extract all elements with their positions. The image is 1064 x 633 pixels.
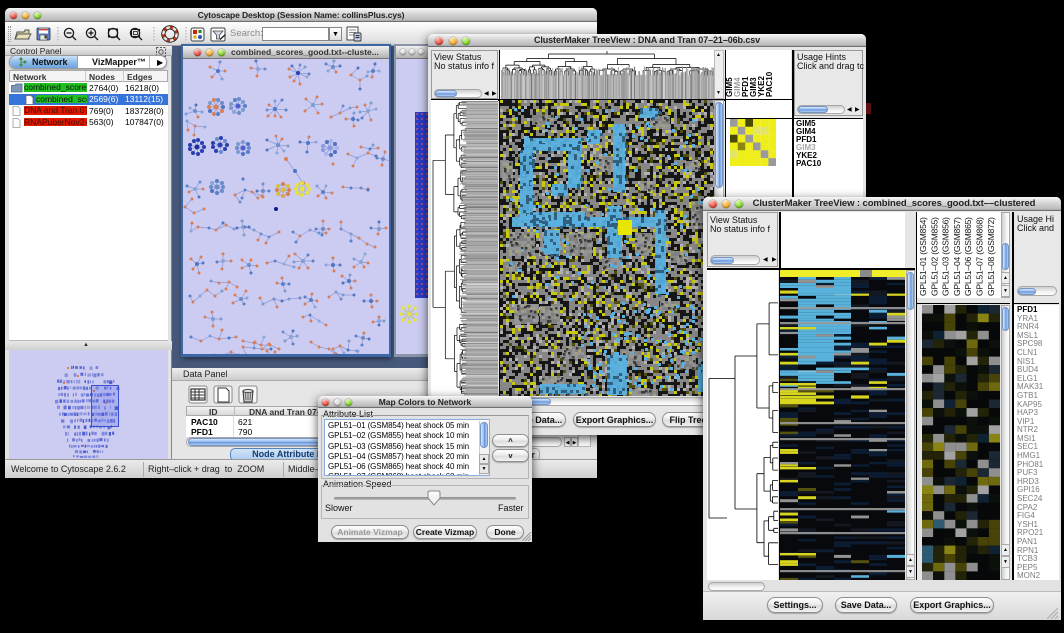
svg-text:GPL51–03 (GSM856): GPL51–03 (GSM856): [941, 217, 951, 296]
svg-text:GPL51–01 (GSM854): GPL51–01 (GSM854): [918, 217, 928, 296]
svg-text:GPL51–08 (GSM872): GPL51–08 (GSM872): [986, 217, 996, 296]
svg-text:GPL51–02 (GSM855): GPL51–02 (GSM855): [929, 217, 939, 296]
svg-text:GPL51–04 (GSM857): GPL51–04 (GSM857): [952, 217, 962, 296]
svg-text:PAC10: PAC10: [765, 71, 774, 97]
svg-text:GPL51–07 (GSM868): GPL51–07 (GSM868): [975, 217, 985, 296]
svg-text:GPL51–06 (GSM865): GPL51–06 (GSM865): [963, 217, 973, 296]
